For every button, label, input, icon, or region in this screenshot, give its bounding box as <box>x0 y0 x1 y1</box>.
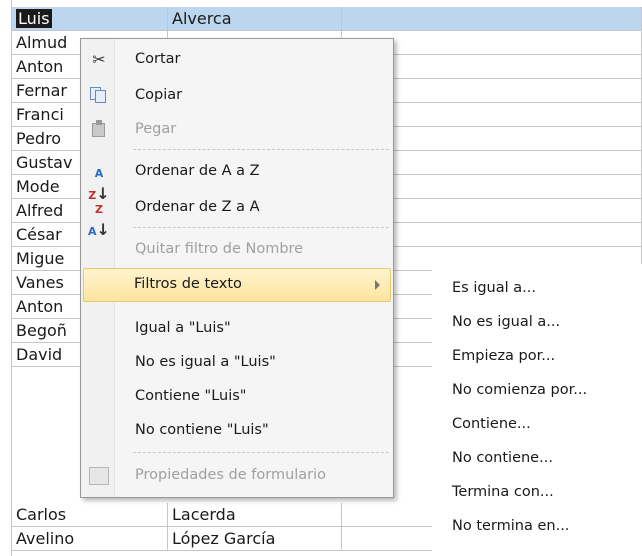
submenu-item-not-begins-with[interactable]: No comienza por... <box>452 382 587 408</box>
text-filters-submenu: Es igual a... No es igual a... Empieza p… <box>432 264 642 556</box>
menu-separator <box>133 227 389 228</box>
menu-item-label: Contiene "Luis" <box>135 388 247 404</box>
menu-item-form-properties[interactable]: Propiedades de formulario <box>83 459 391 493</box>
sort-ascending-icon: A Z↓ <box>88 167 110 203</box>
menu-separator <box>133 452 389 453</box>
menu-item-text-filters[interactable]: Filtros de texto <box>83 268 391 302</box>
menu-item-contains[interactable]: Contiene "Luis" <box>83 380 391 414</box>
menu-item-label: Quitar filtro de Nombre <box>135 241 304 257</box>
surname-cell[interactable]: Alverca <box>168 7 342 31</box>
menu-item-label: Cortar <box>135 51 181 67</box>
menu-item-label: Filtros de texto <box>134 276 242 292</box>
copy-icon <box>87 85 111 107</box>
empty-cell[interactable] <box>342 7 642 31</box>
context-menu: ✂ Cortar Copiar Pegar A Z↓ Ordenar de A a… <box>80 38 394 498</box>
menu-item-not-equals[interactable]: No es igual a "Luis" <box>83 346 391 380</box>
menu-item-remove-filter[interactable]: Quitar filtro de Nombre <box>83 233 391 267</box>
menu-item-sort-ascending[interactable]: A Z↓ Ordenar de A a Z <box>83 155 391 203</box>
submenu-item-equals[interactable]: Es igual a... <box>452 280 536 306</box>
menu-item-sort-descending[interactable]: Z A↓ Ordenar de Z a A <box>83 191 391 239</box>
surname-cell[interactable]: Lacerda <box>168 503 342 527</box>
surname-cell[interactable]: López García <box>168 527 342 551</box>
menu-item-label: Propiedades de formulario <box>135 467 327 483</box>
name-cell[interactable]: Avelino <box>12 527 168 551</box>
submenu-item-begins-with[interactable]: Empieza por... <box>452 348 555 374</box>
submenu-item-not-contains[interactable]: No contiene... <box>452 450 553 476</box>
form-properties-icon <box>87 465 111 487</box>
name-cell[interactable]: Carlos <box>12 503 168 527</box>
menu-item-cut[interactable]: ✂ Cortar <box>83 43 391 77</box>
menu-item-copy[interactable]: Copiar <box>83 79 391 113</box>
name-cell[interactable]: Luis <box>12 7 168 31</box>
menu-item-label: No contiene "Luis" <box>135 422 269 438</box>
menu-item-label: Copiar <box>135 87 183 103</box>
submenu-item-ends-with[interactable]: Termina con... <box>452 484 554 510</box>
menu-item-label: No es igual a "Luis" <box>135 354 276 370</box>
submenu-item-not-ends-with[interactable]: No termina en... <box>452 518 569 544</box>
menu-item-label: Ordenar de A a Z <box>135 163 260 179</box>
table-row[interactable]: Luis Alverca <box>0 7 642 31</box>
paste-icon <box>87 119 111 141</box>
submenu-item-not-equals[interactable]: No es igual a... <box>452 314 560 340</box>
sort-descending-icon: Z A↓ <box>88 203 110 239</box>
menu-separator <box>133 149 389 150</box>
submenu-item-contains[interactable]: Contiene... <box>452 416 531 442</box>
submenu-arrow-icon <box>375 280 380 290</box>
menu-item-paste[interactable]: Pegar <box>83 113 391 147</box>
menu-item-equals[interactable]: Igual a "Luis" <box>83 312 391 346</box>
menu-item-label: Ordenar de Z a A <box>135 199 260 215</box>
menu-item-label: Pegar <box>135 121 177 137</box>
menu-item-label: Igual a "Luis" <box>135 320 231 336</box>
menu-item-not-contains[interactable]: No contiene "Luis" <box>83 414 391 448</box>
scissors-icon: ✂ <box>92 50 106 69</box>
